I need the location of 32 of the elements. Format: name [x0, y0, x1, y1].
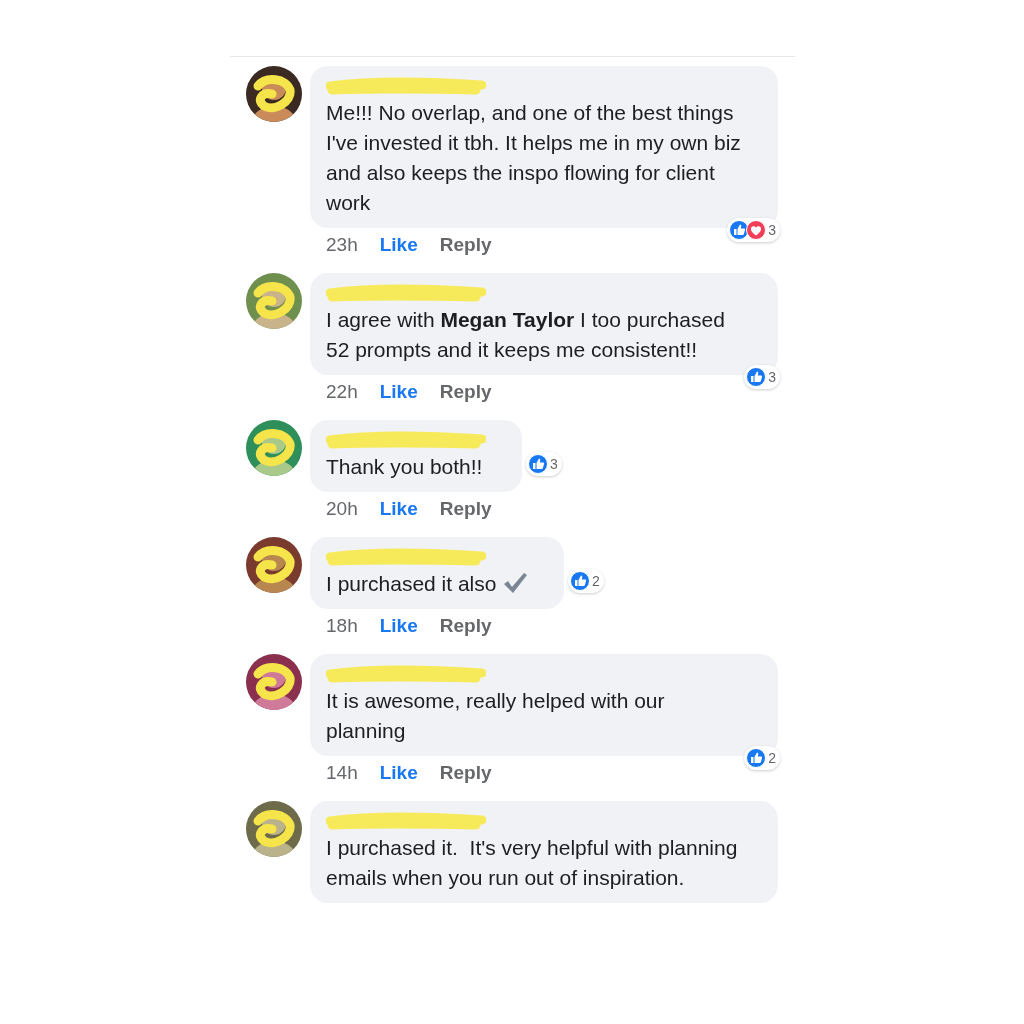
comment-text: Thank you both!! — [326, 454, 484, 480]
reply-link[interactable]: Reply — [439, 615, 492, 637]
like-icon — [528, 454, 548, 474]
comment-text: I purchased it. It's very helpful with planning emails when you run out of inspiration. — [326, 835, 739, 891]
reaction-count[interactable]: 3 — [727, 218, 780, 242]
like-icon — [746, 367, 767, 387]
reaction-count[interactable]: 3 — [744, 365, 780, 389]
comment-text: It is awesome, really helped with our planning — [326, 688, 666, 744]
like-link[interactable]: Like — [379, 234, 418, 256]
like-link[interactable]: Like — [379, 762, 418, 784]
comment-time: 14h — [326, 762, 358, 784]
reply-link[interactable]: Reply — [439, 381, 492, 403]
comment-time: 20h — [326, 498, 358, 520]
reaction-count[interactable]: 2 — [568, 569, 604, 593]
comment-text: I agree with Megan Taylor I too purchased 52 prompts and it keeps me consistent!! — [326, 307, 726, 363]
comment-text: Me!!! No overlap, and one of the best things I've invested it tbh. It helps me in my own biz and also keeps the inspo flowing for client work — [326, 100, 742, 216]
comment-time: 22h — [326, 381, 358, 403]
reply-link[interactable]: Reply — [439, 234, 492, 256]
like-icon — [570, 571, 590, 591]
reply-link[interactable]: Reply — [439, 762, 492, 784]
comment-time: 18h — [326, 615, 358, 637]
reply-link[interactable]: Reply — [439, 498, 492, 520]
like-icon — [746, 748, 767, 768]
comment-time: 23h — [326, 234, 358, 256]
like-link[interactable]: Like — [379, 381, 418, 403]
check-icon — [502, 571, 529, 595]
comment-text: I purchased it also — [326, 569, 529, 599]
like-icon — [729, 220, 750, 240]
like-link[interactable]: Like — [379, 498, 418, 520]
like-link[interactable]: Like — [379, 615, 418, 637]
reaction-count[interactable]: 2 — [744, 746, 780, 770]
reaction-count[interactable]: 3 — [526, 452, 562, 476]
